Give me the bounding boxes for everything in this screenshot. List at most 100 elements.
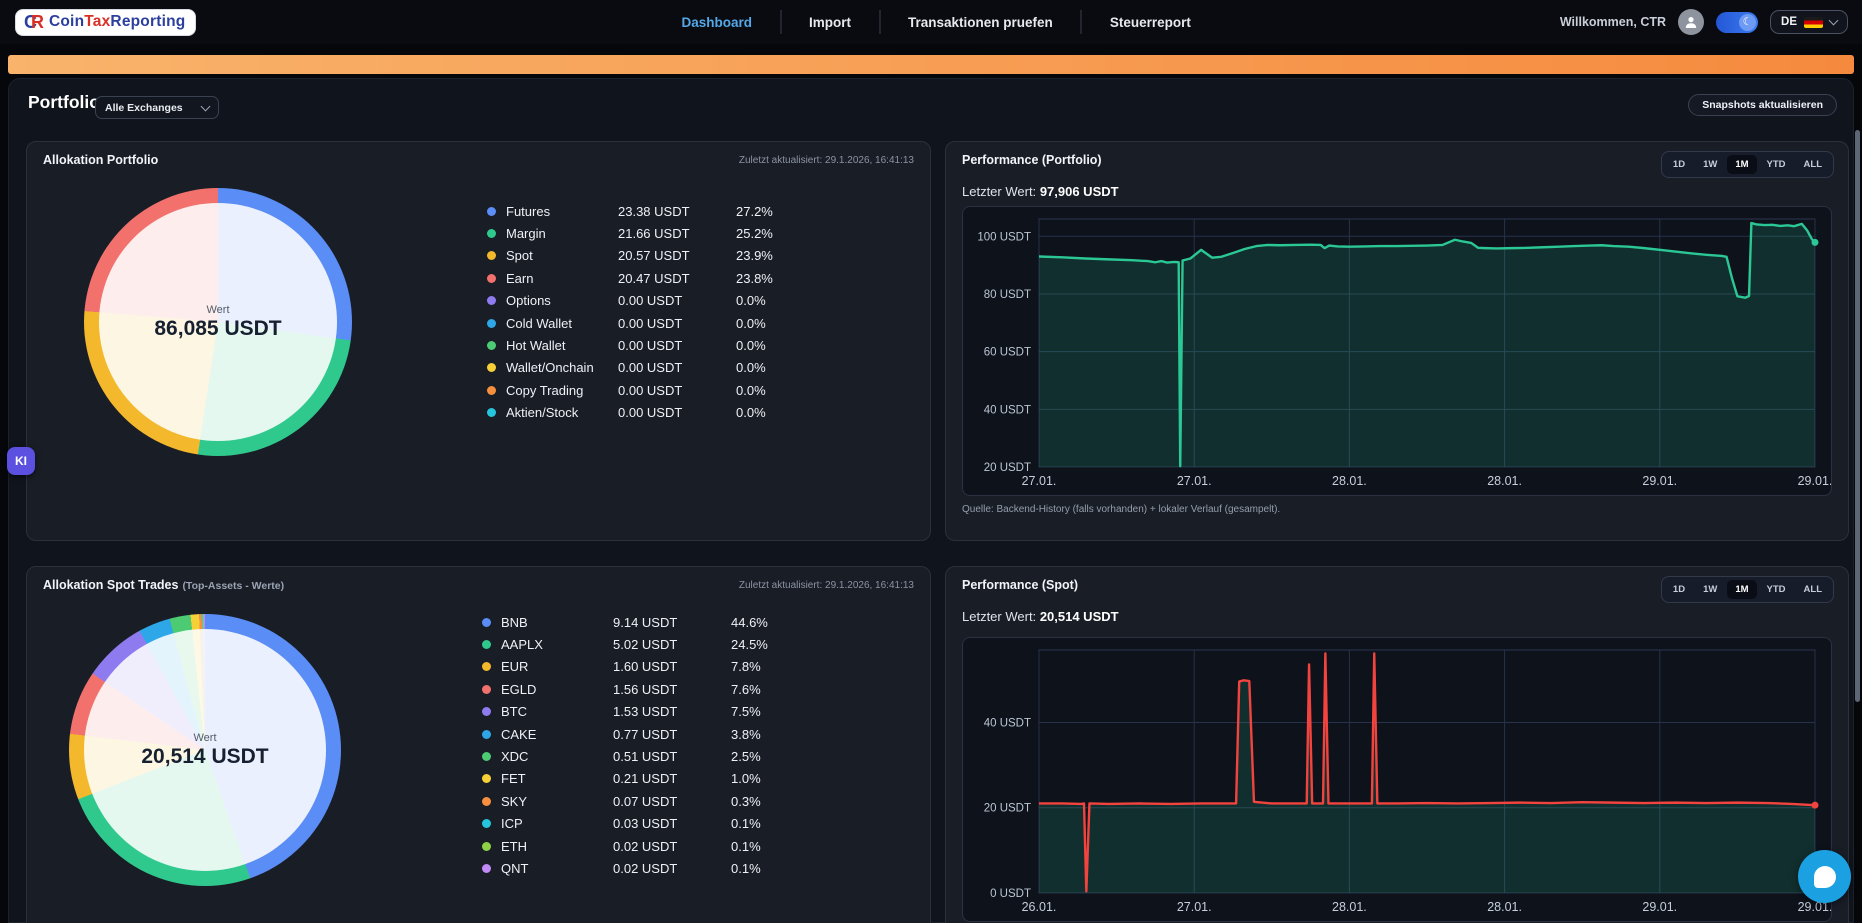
legend-color-dot: [482, 797, 491, 806]
app-logo[interactable]: CR CoinTaxReporting: [16, 10, 195, 35]
exchange-filter-select[interactable]: Alle Exchanges: [95, 96, 219, 119]
legend-value: 20.57 USDT: [618, 248, 736, 263]
legend-color-dot: [482, 707, 491, 716]
range-button-1d[interactable]: 1D: [1665, 580, 1693, 599]
legend-row: QNT0.02 USDT0.1%: [482, 857, 782, 879]
legend-row: Aktien/Stock0.00 USDT0.0%: [487, 402, 787, 424]
legend-color-dot: [487, 386, 496, 395]
legend-label: BNB: [501, 615, 613, 630]
performance-portfolio-card: Performance (Portfolio) 1D1W1MYTDALL Let…: [945, 141, 1849, 541]
nav-item-dashboard[interactable]: Dashboard: [678, 15, 757, 30]
legend-row: Earn20.47 USDT23.8%: [487, 267, 787, 289]
chat-widget-button[interactable]: [1798, 850, 1851, 903]
logo-monogram-icon: CR: [24, 13, 42, 31]
legend-value: 20.47 USDT: [618, 271, 736, 286]
legend-label: FET: [501, 771, 613, 786]
legend-label: Hot Wallet: [506, 338, 618, 353]
nav-item-import[interactable]: Import: [805, 15, 855, 30]
svg-text:60 USDT: 60 USDT: [984, 347, 1031, 359]
nav-item-transaktionen-pruefen[interactable]: Transaktionen pruefen: [904, 15, 1057, 30]
last-value-text: Letzter Wert: 20,514 USDT: [962, 609, 1119, 624]
range-button-1m[interactable]: 1M: [1727, 155, 1756, 174]
legend-value: 0.00 USDT: [618, 383, 736, 398]
legend-value: 0.00 USDT: [618, 360, 736, 375]
nav-separator: [1081, 10, 1082, 34]
svg-text:20 USDT: 20 USDT: [984, 803, 1031, 815]
legend-row: Wallet/Onchain0.00 USDT0.0%: [487, 357, 787, 379]
nav-item-steuerreport[interactable]: Steuerreport: [1106, 15, 1195, 30]
legend-color-dot: [487, 229, 496, 238]
spot-line-chart: 40 USDT20 USDT0 USDT26.01.27.01.28.01.28…: [962, 637, 1832, 922]
range-button-all[interactable]: ALL: [1796, 580, 1830, 599]
header-right-group: Willkommen, CTR ☾ DE: [1560, 0, 1848, 44]
legend-color-dot: [482, 864, 491, 873]
svg-text:100 USDT: 100 USDT: [977, 231, 1031, 243]
legend-label: ICP: [501, 816, 613, 831]
legend-percent: 44.6%: [731, 615, 782, 630]
page-title: Portfolio: [28, 92, 100, 113]
svg-text:27.01.: 27.01.: [1177, 474, 1212, 488]
range-button-1w[interactable]: 1W: [1695, 155, 1725, 174]
legend-label: Spot: [506, 248, 618, 263]
main-nav: Dashboard Import Transaktionen pruefen Steu…: [678, 0, 1195, 44]
range-button-ytd[interactable]: YTD: [1759, 155, 1794, 174]
legend-row: Margin21.66 USDT25.2%: [487, 222, 787, 244]
time-range-group: 1D1W1MYTDALL: [1661, 151, 1834, 178]
spot-legend: BNB9.14 USDT44.6%AAPLX5.02 USDT24.5%EUR1…: [482, 611, 782, 880]
user-avatar[interactable]: [1678, 9, 1704, 35]
legend-label: Options: [506, 293, 618, 308]
logo-wordmark: CoinTaxReporting: [49, 13, 185, 31]
svg-text:40 USDT: 40 USDT: [984, 717, 1031, 729]
exchange-filter-value: Alle Exchanges: [105, 102, 183, 114]
card-subtitle: (Top-Assets - Werte): [182, 580, 284, 592]
legend-value: 21.66 USDT: [618, 226, 736, 241]
legend-percent: 23.9%: [736, 248, 787, 263]
german-flag-icon: [1804, 17, 1823, 28]
range-button-all[interactable]: ALL: [1796, 155, 1830, 174]
legend-row: FET0.21 USDT1.0%: [482, 768, 782, 790]
legend-percent: 0.1%: [731, 861, 782, 876]
legend-value: 0.07 USDT: [613, 794, 731, 809]
range-button-1m[interactable]: 1M: [1727, 580, 1756, 599]
legend-percent: 27.2%: [736, 204, 787, 219]
range-button-1d[interactable]: 1D: [1665, 155, 1693, 174]
legend-label: XDC: [501, 749, 613, 764]
vertical-scrollbar[interactable]: [1855, 130, 1860, 702]
svg-text:20 USDT: 20 USDT: [984, 462, 1031, 474]
chat-bubble-icon: [1814, 866, 1836, 888]
card-title: Allokation Portfolio: [43, 153, 158, 167]
person-icon: [1684, 15, 1698, 29]
top-navbar: CR CoinTaxReporting Dashboard Import Trans…: [0, 0, 1862, 44]
orange-divider-bar: [8, 55, 1854, 74]
nav-separator: [780, 10, 781, 34]
refresh-snapshots-button[interactable]: Snapshots aktualisieren: [1688, 94, 1837, 116]
legend-color-dot: [482, 618, 491, 627]
legend-row: CAKE0.77 USDT3.8%: [482, 723, 782, 745]
card-title: Performance (Spot): [962, 578, 1078, 592]
legend-row: EGLD1.56 USDT7.6%: [482, 678, 782, 700]
ki-assistant-badge[interactable]: KI: [7, 447, 35, 475]
chevron-down-icon: [201, 101, 211, 111]
spot-donut-chart: Wert 20,514 USDT: [69, 614, 341, 886]
legend-value: 0.02 USDT: [613, 861, 731, 876]
allocation-spot-card: Allokation Spot Trades(Top-Assets - Wert…: [26, 566, 931, 923]
range-button-1w[interactable]: 1W: [1695, 580, 1725, 599]
legend-percent: 0.0%: [736, 360, 787, 375]
legend-color-dot: [487, 363, 496, 372]
legend-label: Copy Trading: [506, 383, 618, 398]
line-chart-canvas: 100 USDT80 USDT60 USDT40 USDT20 USDT27.0…: [963, 207, 1831, 495]
legend-color-dot: [482, 662, 491, 671]
legend-value: 0.00 USDT: [618, 338, 736, 353]
legend-row: ETH0.02 USDT0.1%: [482, 835, 782, 857]
welcome-text: Willkommen, CTR: [1560, 15, 1666, 29]
legend-row: Spot20.57 USDT23.9%: [487, 245, 787, 267]
language-select[interactable]: DE: [1770, 10, 1848, 34]
legend-percent: 1.0%: [731, 771, 782, 786]
legend-value: 1.56 USDT: [613, 682, 731, 697]
range-button-ytd[interactable]: YTD: [1759, 580, 1794, 599]
legend-label: QNT: [501, 861, 613, 876]
dark-mode-toggle[interactable]: ☾: [1716, 12, 1758, 33]
legend-row: Futures23.38 USDT27.2%: [487, 200, 787, 222]
svg-text:29.01.: 29.01.: [1642, 900, 1677, 914]
svg-text:28.01.: 28.01.: [1332, 474, 1367, 488]
